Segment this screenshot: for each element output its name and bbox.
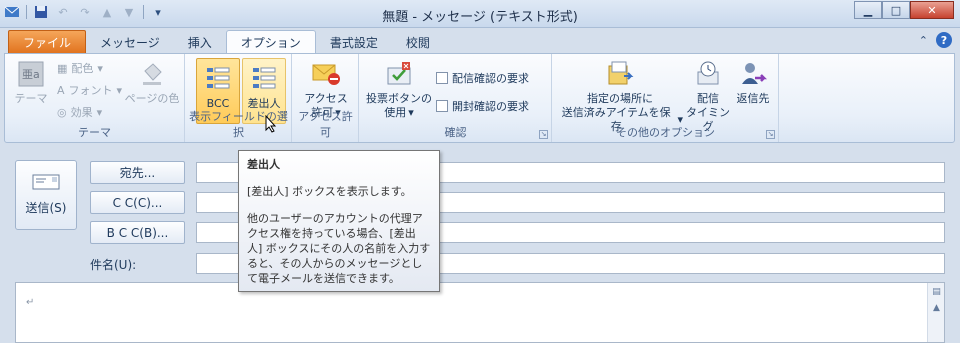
delay-label-1: 配信 — [697, 92, 719, 105]
colors-label: 配色 — [71, 62, 94, 75]
ruler-icon[interactable]: ▤ — [929, 284, 944, 299]
delay-delivery-button[interactable]: 配信 タイミング — [685, 58, 731, 134]
read-receipt-label: 開封確認の要求 — [452, 100, 529, 113]
message-body[interactable]: ↵ ▤ ▲ — [15, 282, 945, 343]
tracking-group-label: 確認 — [444, 126, 467, 139]
theme-group-label: テーマ — [78, 126, 111, 139]
checkbox-icon — [436, 72, 448, 84]
tab-file[interactable]: ファイル — [8, 30, 87, 54]
close-button[interactable]: ✕ — [910, 1, 954, 19]
bcc-field-button[interactable]: B C C(B)... — [90, 221, 185, 244]
effects-label: 効果 — [70, 106, 93, 119]
theme-group: 亜a テーマ ▦ 配色 ▾ A フォント ▾ ◎ 効果 ▾ ページの色 テーマ — [5, 54, 185, 142]
fonts-button[interactable]: A フォント ▾ — [57, 82, 122, 98]
voting-label-1: 投票ボタンの — [366, 92, 432, 105]
more-options-group-label: その他のオプション — [616, 126, 715, 139]
colors-button[interactable]: ▦ 配色 ▾ — [57, 60, 103, 76]
ribbon-tabs: ファイル メッセージ 挿入 オプション 書式設定 校閲 ⌃ ? — [0, 28, 960, 54]
dropdown-icon: ▾ — [97, 61, 103, 75]
permission-group: アクセス 許可 ▾ アクセス許可 — [293, 54, 359, 142]
dropdown-icon: ▾ — [96, 105, 103, 119]
save-sent-item-button[interactable]: 指定の場所に 送信済みアイテムを保存 ▾ — [557, 58, 683, 134]
window-title: 無題 - メッセージ (テキスト形式) — [382, 10, 578, 25]
scroll-up-icon[interactable]: ▲ — [929, 300, 944, 315]
from-icon — [248, 63, 280, 95]
minimize-ribbon-icon[interactable]: ⌃ — [919, 34, 928, 47]
send-envelope-icon — [32, 174, 60, 193]
ribbon: 亜a テーマ ▦ 配色 ▾ A フォント ▾ ◎ 効果 ▾ ページの色 テーマ — [4, 53, 955, 143]
dropdown-icon: ▾ — [408, 106, 414, 119]
permission-group-label: アクセス許可 — [298, 110, 353, 139]
subject-label: 件名(U): — [90, 258, 137, 272]
tab-insert[interactable]: 挿入 — [174, 30, 226, 54]
send-label: 送信(S) — [25, 201, 67, 215]
theme-button[interactable]: 亜a テーマ — [13, 58, 49, 106]
title-bar: ↶ ↷ ▲ ▼ ▾ 無題 - メッセージ (テキスト形式) ▁ □ ✕ — [0, 0, 960, 28]
tab-review[interactable]: 校閲 — [392, 30, 444, 54]
send-button[interactable]: 送信(S) — [15, 160, 77, 230]
tooltip-description: [差出人] ボックスを表示します。 — [247, 185, 412, 198]
delivery-receipt-checkbox[interactable]: 配信確認の要求 — [436, 70, 529, 86]
theme-label: テーマ — [14, 92, 48, 105]
effects-icon: ◎ — [57, 105, 67, 119]
fonts-label: フォント — [68, 84, 113, 97]
clock-icon — [692, 58, 724, 90]
tooltip-title: 差出人 — [247, 158, 280, 171]
more-options-launcher-icon[interactable]: ↘ — [766, 130, 775, 139]
to-button[interactable]: 宛先... — [90, 161, 185, 184]
tooltip-body: 他のユーザーのアカウントの代理アクセス権を持っている場合、[差出人] ボックスに… — [247, 212, 431, 285]
tab-options[interactable]: オプション — [225, 30, 316, 54]
more-options-group: 指定の場所に 送信済みアイテムを保存 ▾ 配信 タイミング 返信先 その他のオプ… — [553, 54, 779, 142]
help-icon[interactable]: ? — [936, 32, 952, 48]
theme-icon: 亜a — [15, 58, 47, 90]
reply-label: 返信先 — [736, 92, 770, 105]
read-receipt-checkbox[interactable]: 開封確認の要求 — [436, 98, 529, 114]
from-tooltip: 差出人 [差出人] ボックスを表示します。 他のユーザーのアカウントの代理アクセ… — [238, 150, 440, 292]
svg-text:亜a: 亜a — [22, 68, 40, 81]
bcc-icon — [202, 63, 234, 95]
maximize-button[interactable]: □ — [882, 1, 910, 19]
direct-replies-button[interactable]: 返信先 — [733, 58, 773, 106]
tab-message[interactable]: メッセージ — [86, 30, 174, 54]
voting-label-2: 使用 — [384, 106, 407, 119]
palette-icon: ▦ — [57, 61, 68, 75]
voting-button[interactable]: 投票ボタンの 使用 ▾ — [364, 58, 434, 120]
permission-envelope-icon — [310, 58, 342, 90]
page-color-button[interactable]: ページの色 — [123, 58, 181, 106]
paint-bucket-icon — [136, 58, 168, 90]
save-sent-label-1: 指定の場所に — [587, 92, 653, 105]
tracking-launcher-icon[interactable]: ↘ — [539, 130, 548, 139]
minimize-button[interactable]: ▁ — [854, 1, 882, 19]
voting-icon — [383, 58, 415, 90]
font-icon: A — [57, 83, 65, 97]
page-color-label: ページの色 — [124, 92, 180, 105]
paragraph-mark: ↵ — [26, 297, 35, 308]
cc-button[interactable]: C C(C)... — [90, 191, 185, 214]
vertical-scrollbar[interactable]: ▤ ▲ — [927, 283, 944, 342]
tab-format[interactable]: 書式設定 — [316, 30, 392, 54]
dropdown-icon: ▾ — [116, 83, 123, 97]
tracking-group: 投票ボタンの 使用 ▾ 配信確認の要求 開封確認の要求 確認 ↘ — [360, 54, 552, 142]
checkbox-icon — [436, 100, 448, 112]
mouse-cursor-icon — [265, 115, 277, 133]
save-sent-icon — [604, 58, 636, 90]
reply-person-icon — [737, 58, 769, 90]
delivery-receipt-label: 配信確認の要求 — [452, 72, 529, 85]
permission-label-1: アクセス — [304, 92, 348, 105]
effects-button[interactable]: ◎ 効果 ▾ — [57, 104, 102, 120]
